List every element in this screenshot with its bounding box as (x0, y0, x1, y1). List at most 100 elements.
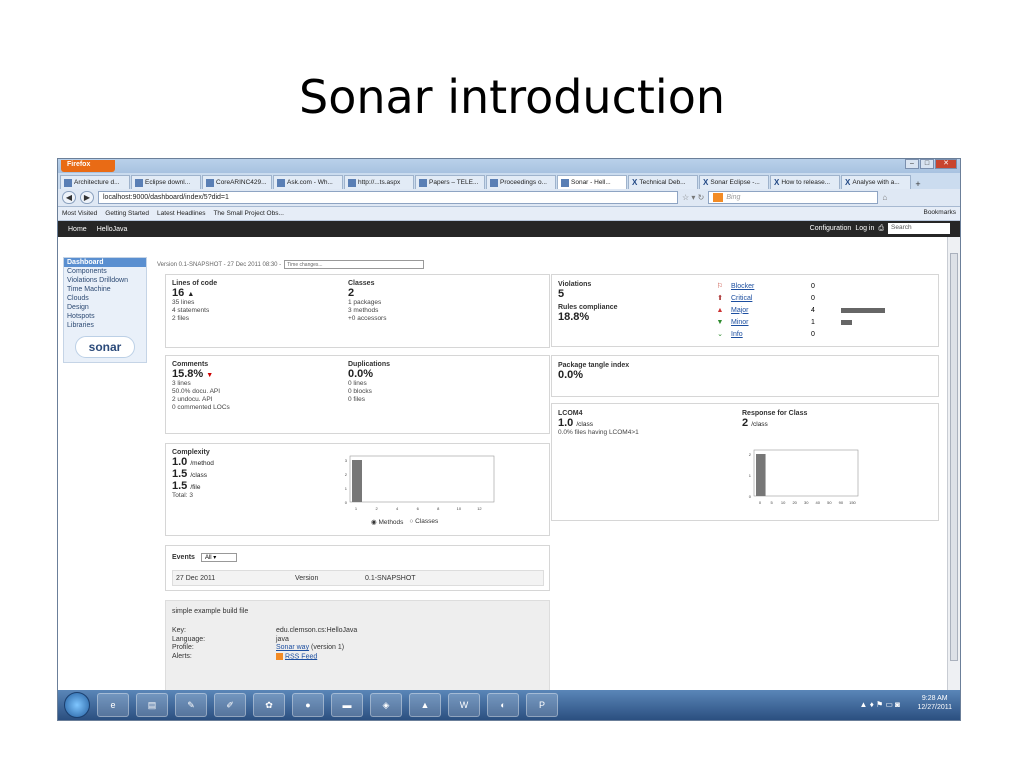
lcom4-value: 1.0 (558, 417, 574, 429)
duplications-value: 0.0% (348, 368, 374, 380)
browser-tab[interactable]: Proceedings o... (486, 175, 556, 189)
ie-icon[interactable]: e (97, 693, 129, 717)
comments-lines: 3 lines (172, 380, 191, 387)
forward-icon[interactable]: ▶ (80, 191, 94, 204)
sticky-notes-icon[interactable]: ✎ (175, 693, 207, 717)
radio-methods[interactable]: ◉ Methods (371, 518, 403, 526)
complexity-method-value: 1.0 (172, 456, 188, 468)
sidebar-item-design[interactable]: Design (64, 303, 146, 312)
pdf-icon[interactable]: ▲ (409, 693, 441, 717)
browser-tab[interactable]: Architecture d... (60, 175, 130, 189)
complexity-chart: 01231 2 4 6 8 10 12 (345, 455, 495, 511)
network-app-icon[interactable]: ◈ (370, 693, 402, 717)
browser-tab[interactable]: Eclipse downl... (131, 175, 201, 189)
globe-icon[interactable]: ◐ (487, 693, 519, 717)
sidebar-item-hotspots[interactable]: Hotspots (64, 312, 146, 321)
powerpoint-icon[interactable]: P (526, 693, 558, 717)
browser-tab[interactable]: X Sonar Eclipse -... (699, 175, 769, 189)
severity-major-bar (841, 307, 885, 313)
browser-tab[interactable]: X Technical Deb... (628, 175, 698, 189)
maximize-icon[interactable]: □ (920, 159, 934, 169)
duplications-lines: 0 lines (348, 380, 367, 387)
clock[interactable]: 9:28 AM 12/27/2011 (917, 694, 952, 712)
rules-compliance-value: 18.8% (558, 311, 590, 323)
tab-label: Technical Deb... (639, 179, 686, 186)
word-icon[interactable]: W (448, 693, 480, 717)
firefox-menu-button[interactable]: Firefox (61, 160, 115, 172)
terminal-icon[interactable]: ▬ (331, 693, 363, 717)
browser-window: Firefox – □ ✕ Architecture d... Eclipse d… (57, 158, 961, 721)
tab-favicon-icon (348, 178, 356, 187)
bookmark-most-visited[interactable]: Most Visited (62, 210, 97, 217)
browser-tab[interactable]: Papers – TELE... (415, 175, 485, 189)
browser-tab[interactable]: Sonar - Hell... (557, 175, 627, 189)
tab-favicon-icon (490, 178, 498, 187)
bookmarks-menu[interactable]: Bookmarks (923, 209, 956, 216)
tab-favicon-icon (135, 178, 143, 187)
x-tick-label: 50 (827, 500, 832, 505)
sidebar-item-libraries[interactable]: Libraries (64, 321, 146, 330)
complexity-panel: Complexity 1.0 /method 1.5 /class 1.5 /f… (165, 443, 550, 536)
x-tick-label: 30 (804, 500, 809, 505)
bookmark-small-project[interactable]: The Small Project Obs... (213, 210, 283, 217)
print-icon[interactable]: ⎙ (878, 225, 884, 233)
close-icon[interactable]: ✕ (935, 159, 957, 169)
page-scrollbar[interactable] (947, 237, 960, 690)
notes-icon[interactable]: ✐ (214, 693, 246, 717)
start-button[interactable] (64, 692, 90, 718)
x-tick-label: 6 (417, 506, 420, 511)
sidebar-item-components[interactable]: Components (64, 267, 146, 276)
loc-value: 16 (172, 287, 185, 299)
nav-configuration-link[interactable]: Configuration (810, 225, 852, 232)
bookmark-latest-headlines[interactable]: Latest Headlines (157, 210, 205, 217)
home-icon[interactable]: ⌂ (882, 193, 887, 202)
new-tab-icon[interactable]: + (912, 179, 924, 189)
event-name: 0.1-SNAPSHOT (365, 574, 416, 582)
tray-icons[interactable]: ▲ ♦ ⚑ ▭ ◙ (860, 700, 900, 709)
violations-panel: Violations 5 Rules compliance 18.8% ⚐ Blo… (551, 274, 939, 347)
profile-link[interactable]: Sonar way (276, 644, 309, 651)
scrollbar-thumb[interactable] (950, 253, 958, 661)
severity-critical-link[interactable]: Critical (731, 295, 811, 302)
sidebar-item-violations-drilldown[interactable]: Violations Drilldown (64, 276, 146, 285)
rss-feed-link[interactable]: RSS Feed (285, 653, 317, 660)
nav-login-link[interactable]: Log in (855, 225, 874, 232)
x-tick-label: 150 (849, 500, 856, 505)
search-bar[interactable]: Bing (708, 191, 879, 204)
severity-info-link[interactable]: Info (731, 331, 811, 338)
version-bar: Version 0.1-SNAPSHOT - 27 Dec 2011 08:30… (157, 260, 425, 269)
severity-minor-link[interactable]: Minor (731, 319, 811, 326)
back-icon[interactable]: ◀ (62, 191, 76, 204)
complexity-class-value: 1.5 (172, 468, 188, 480)
nav-project-link[interactable]: HelloJava (97, 226, 128, 233)
url-bar[interactable]: localhost:9000/dashboard/index/5?did=1 (98, 191, 678, 204)
explorer-icon[interactable]: ▤ (136, 693, 168, 717)
browser-tab[interactable]: X How to release... (770, 175, 840, 189)
paint-icon[interactable]: ✿ (253, 693, 285, 717)
browser-tab[interactable]: CoreARINC429... (202, 175, 272, 189)
severity-blocker-link[interactable]: Blocker (731, 283, 811, 290)
bookmark-getting-started[interactable]: Getting Started (105, 210, 149, 217)
events-filter-select[interactable]: All ▾ (200, 553, 237, 562)
browser-tab[interactable]: http://...ts.aspx (344, 175, 414, 189)
tab-favicon-icon (561, 178, 569, 187)
trend-down-icon: ▼ (206, 372, 214, 379)
severity-major-link[interactable]: Major (731, 307, 811, 314)
sidebar-item-clouds[interactable]: Clouds (64, 294, 146, 303)
tab-favicon-icon: X (703, 177, 709, 187)
minimize-icon[interactable]: – (905, 159, 919, 169)
sonar-search-input[interactable]: Search (888, 223, 950, 234)
sidebar-item-dashboard[interactable]: Dashboard (64, 258, 146, 267)
severity-blocker-icon: ⚐ (716, 283, 724, 290)
tab-favicon-icon (206, 178, 214, 187)
bookmarks-toolbar: Most Visited Getting Started Latest Head… (58, 207, 960, 221)
time-changes-select[interactable]: Time changes... (284, 260, 425, 269)
radio-classes[interactable]: ○ Classes (409, 518, 438, 526)
firefox-icon[interactable]: ● (292, 693, 324, 717)
browser-tab[interactable]: Ask.com - Wh... (273, 175, 343, 189)
nav-home-link[interactable]: Home (68, 226, 87, 233)
browser-tab[interactable]: X Analyse with a... (841, 175, 911, 189)
severity-minor-bar (841, 319, 852, 325)
sidebar-item-time-machine[interactable]: Time Machine (64, 285, 146, 294)
star-icon[interactable]: ☆ ▾ ↻ (682, 193, 704, 202)
